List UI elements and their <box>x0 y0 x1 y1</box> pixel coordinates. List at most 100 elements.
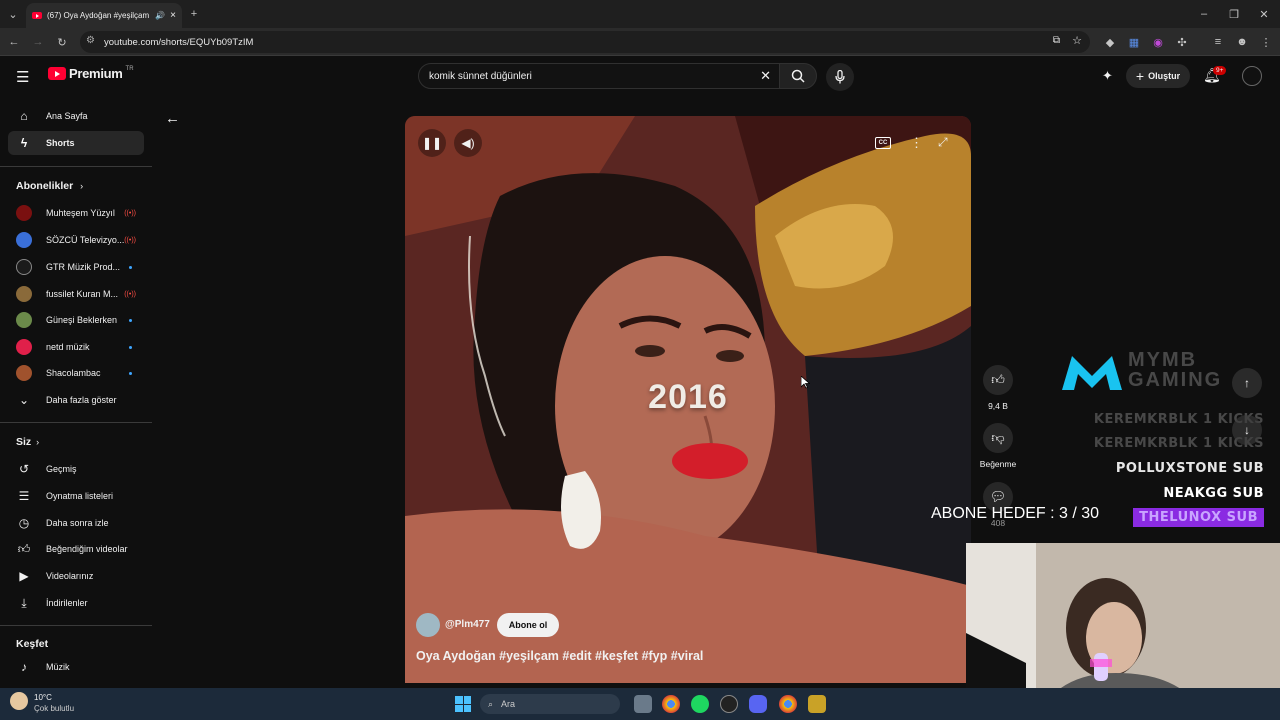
sidebar-item-subscription[interactable]: Güneşi Beklerken <box>8 308 144 332</box>
sidebar-item-label: Geçmiş <box>46 464 77 474</box>
channel-avatar <box>16 259 32 275</box>
chevron-right-icon: › <box>80 181 84 191</box>
search-icon: ⌕ <box>488 698 494 709</box>
more-options-icon[interactable]: ⋮ <box>910 135 923 151</box>
sidebar-item-history[interactable]: ↺ Geçmiş <box>8 457 144 481</box>
arrow-up-icon: ↑ <box>1244 376 1250 390</box>
search-input[interactable]: komik sünnet düğünleri ✕ <box>418 63 780 89</box>
sidebar-item-subscription[interactable]: Shacolambac <box>8 361 144 385</box>
previous-short-button[interactable]: ↑ <box>1232 368 1262 398</box>
mymb-logo-icon <box>1062 356 1122 390</box>
sidebar-item-subscription[interactable]: SÖZCÜ Televizyo... ((•)) <box>8 228 144 252</box>
you-heading[interactable]: Siz › <box>16 436 39 448</box>
chrome-taskbar-icon[interactable] <box>662 695 680 713</box>
window-close-icon[interactable]: ✕ <box>1256 6 1272 22</box>
weather-temp[interactable]: 10°C <box>34 693 52 702</box>
media-control-icon[interactable]: ≡ <box>1210 34 1226 50</box>
extension-icon[interactable]: ◆ <box>1102 34 1118 50</box>
thumbs-down-icon: 👎︎ <box>983 423 1013 453</box>
taskbar-search[interactable]: ⌕ Ara <box>480 694 620 714</box>
sidebar-item-label: Ana Sayfa <box>46 111 88 121</box>
create-button[interactable]: + Oluştur <box>1126 64 1190 88</box>
dislike-button[interactable]: 👎︎ Beğenme <box>975 423 1021 469</box>
new-content-dot <box>129 345 132 349</box>
back-arrow-icon[interactable]: ← <box>165 110 180 127</box>
minimize-icon[interactable]: – <box>1196 6 1212 22</box>
task-view-icon[interactable] <box>634 695 652 713</box>
sidebar-item-watch-later[interactable]: ◷ Daha sonra izle <box>8 511 144 535</box>
cast-icon[interactable]: ⧉ <box>1053 35 1060 46</box>
next-short-button[interactable]: ↓ <box>1232 415 1262 445</box>
subscriptions-heading[interactable]: Abonelikler › <box>16 180 83 192</box>
weather-icon[interactable] <box>10 692 28 710</box>
reload-icon[interactable]: ↻ <box>54 34 70 50</box>
youtube-logo-icon <box>48 67 66 80</box>
channel-avatar <box>16 312 32 328</box>
obs-icon[interactable] <box>720 695 738 713</box>
subscribe-button[interactable]: Abone ol <box>497 613 559 637</box>
forward-icon[interactable]: → <box>30 34 46 50</box>
extensions-puzzle-icon[interactable]: ✣ <box>1174 34 1190 50</box>
sidebar-item-label: Beğendiğim videolar <box>46 544 128 554</box>
tab-search-icon[interactable]: ⌄ <box>5 6 21 22</box>
account-avatar[interactable] <box>1242 66 1262 86</box>
pause-button[interactable]: ❚❚ <box>418 129 446 157</box>
channel-avatar[interactable] <box>416 613 440 637</box>
maximize-icon[interactable]: ❐ <box>1226 6 1242 22</box>
sidebar-item-subscription[interactable]: GTR Müzik Prod... <box>8 255 144 279</box>
live-indicator-icon: ((•)) <box>124 209 136 217</box>
sidebar-item-subscription[interactable]: Muhteşem Yüzyıl ((•)) <box>8 201 144 225</box>
chrome-menu-icon[interactable]: ⋮ <box>1258 34 1274 50</box>
volume-button[interactable]: ◀) <box>454 129 482 157</box>
browser-tab[interactable]: (67) Oya Aydoğan #yeşilçam 🔊 × <box>26 3 182 28</box>
address-bar[interactable]: ⚙ youtube.com/shorts/EQUYb09TzIM ⧉ ☆ <box>80 31 1090 53</box>
fullscreen-icon[interactable]: ⤢ <box>938 135 948 150</box>
sub-name: NEAKGG <box>1163 486 1228 501</box>
channel-handle[interactable]: @Plm477 <box>445 619 490 630</box>
sidebar-item-playlists[interactable]: ☰ Oynatma listeleri <box>8 484 144 508</box>
sub-tag: SUB <box>1232 486 1264 501</box>
sidebar-item-liked-videos[interactable]: 👍︎ Beğendiğim videolar <box>8 537 144 561</box>
gemini-icon[interactable]: ✦ <box>1102 68 1113 84</box>
tab-audio-icon[interactable]: 🔊 <box>155 11 165 20</box>
extension-calendar-icon[interactable]: ▦ <box>1126 34 1142 50</box>
clear-search-icon[interactable]: ✕ <box>760 68 771 84</box>
sidebar-item-shorts[interactable]: ϟ Shorts <box>8 131 144 155</box>
voice-search-button[interactable] <box>826 63 854 91</box>
windows-start-icon[interactable] <box>455 696 471 712</box>
chrome-active-icon[interactable] <box>779 695 797 713</box>
search-button[interactable] <box>779 63 817 89</box>
tab-close-icon[interactable]: × <box>170 10 176 21</box>
clock-icon: ◷ <box>18 516 30 530</box>
discord-icon[interactable] <box>749 695 767 713</box>
sidebar-item-your-videos[interactable]: ▶ Videolarınız <box>8 564 144 588</box>
back-icon[interactable]: ← <box>6 34 22 50</box>
site-info-icon[interactable]: ⚙ <box>86 35 95 46</box>
sidebar-item-music[interactable]: ♪ Müzik <box>8 655 144 679</box>
sidebar-item-downloads[interactable]: ⤓ İndirilenler <box>8 591 144 615</box>
sidebar-item-home[interactable]: ⌂ Ana Sayfa <box>8 104 144 128</box>
new-tab-icon[interactable]: + <box>186 6 202 22</box>
sidebar-item-label: Shorts <box>46 138 75 148</box>
menu-icon[interactable]: ☰ <box>16 68 29 86</box>
like-button[interactable]: 👍︎ 9,4 B <box>975 365 1021 411</box>
sidebar-item-label: Oynatma listeleri <box>46 491 114 501</box>
sidebar-item-label: Videolarınız <box>46 571 94 581</box>
sidebar-item-subscription[interactable]: fussilet Kuran M... ((•)) <box>8 282 144 306</box>
league-launcher-icon[interactable] <box>808 695 826 713</box>
profile-icon[interactable]: ☻ <box>1234 34 1250 50</box>
captions-icon[interactable]: CC <box>875 137 891 149</box>
mouse-cursor-icon <box>801 376 810 389</box>
download-icon: ⤓ <box>21 595 27 610</box>
spotify-icon[interactable] <box>691 695 709 713</box>
shorts-video-player[interactable]: ❚❚ ◀) CC ⋮ ⤢ 2016 @Plm477 Abone ol Oya A… <box>405 116 971 683</box>
extension-purple-icon[interactable]: ◉ <box>1150 34 1166 50</box>
like-count: 9,4 B <box>988 401 1008 411</box>
sidebar-item-subscription[interactable]: netd müzik <box>8 335 144 359</box>
show-more-button[interactable]: ⌄ Daha fazla göster <box>8 388 144 412</box>
history-icon: ↺ <box>18 462 30 476</box>
channel-avatar <box>16 365 32 381</box>
bookmark-star-icon[interactable]: ☆ <box>1072 34 1082 47</box>
weather-desc[interactable]: Çok bulutlu <box>34 704 74 713</box>
youtube-logo[interactable]: Premium TR <box>48 66 134 81</box>
